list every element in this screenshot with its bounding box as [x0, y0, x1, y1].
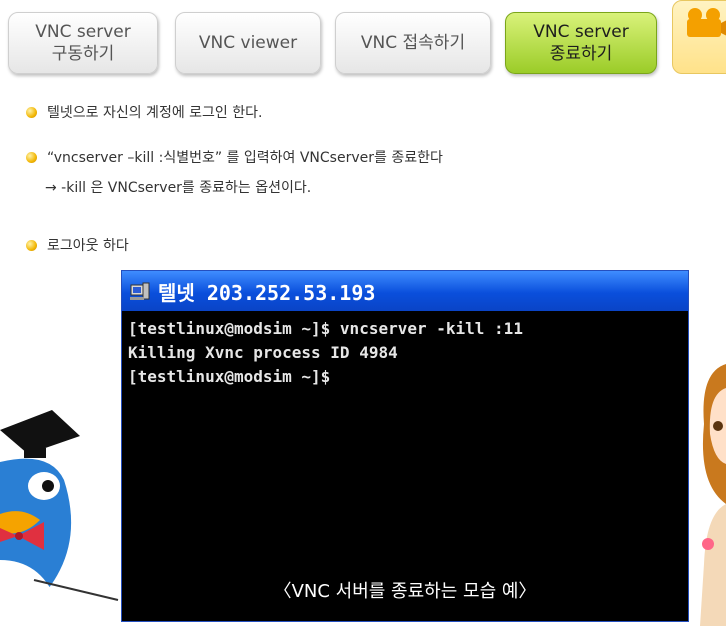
figure-caption: 〈VNC 서버를 종료하는 모습 예〉: [273, 581, 537, 602]
bullet-logout: 로그아웃 하다: [26, 235, 129, 255]
kill-option-note: → -kill 은 VNCserver를 종료하는 옵션이다.: [45, 180, 312, 196]
tab-vnc-connect[interactable]: VNC 접속하기: [335, 12, 491, 74]
bullet-login: 텔넷으로 자신의 계정에 로그인 한다.: [26, 102, 262, 122]
bullet-dot-icon: [26, 151, 37, 163]
video-camera-icon: [687, 8, 726, 37]
tab-vnc-server-start[interactable]: VNC server 구동하기: [8, 12, 158, 74]
terminal-line: [testlinux@modsim ~]$: [128, 367, 331, 386]
penguin-mascot-illustration: [0, 410, 119, 628]
tab-vnc-server-stop[interactable]: VNC server 종료하기: [505, 12, 657, 74]
telnet-titlebar[interactable]: 텔넷 203.252.53.193: [122, 271, 688, 311]
bullet-dot-icon: [26, 106, 37, 118]
bullet-kill-text: “vncserver –kill :식별번호” 를 입력하여 VNCserver…: [47, 150, 443, 166]
tab-vnc-viewer[interactable]: VNC viewer: [175, 12, 321, 74]
telnet-window: 텔넷 203.252.53.193 [testlinux@modsim ~]$ …: [121, 270, 689, 622]
terminal-line: [testlinux@modsim ~]$ vncserver -kill :1…: [128, 319, 523, 338]
tab-video[interactable]: [672, 0, 726, 74]
telnet-app-icon: [130, 282, 150, 300]
bullet-dot-icon: [26, 239, 37, 251]
girl-mascot-illustration: [700, 364, 726, 626]
terminal-line: Killing Xvnc process ID 4984: [128, 343, 398, 362]
bullet-login-text: 텔넷으로 자신의 계정에 로그인 한다.: [47, 105, 263, 121]
bullet-logout-text: 로그아웃 하다: [47, 238, 129, 254]
bullet-kill-command: “vncserver –kill :식별번호” 를 입력하여 VNCserver…: [26, 147, 443, 167]
telnet-title-text: 텔넷 203.252.53.193: [158, 280, 376, 305]
terminal-output[interactable]: [testlinux@modsim ~]$ vncserver -kill :1…: [122, 311, 688, 389]
